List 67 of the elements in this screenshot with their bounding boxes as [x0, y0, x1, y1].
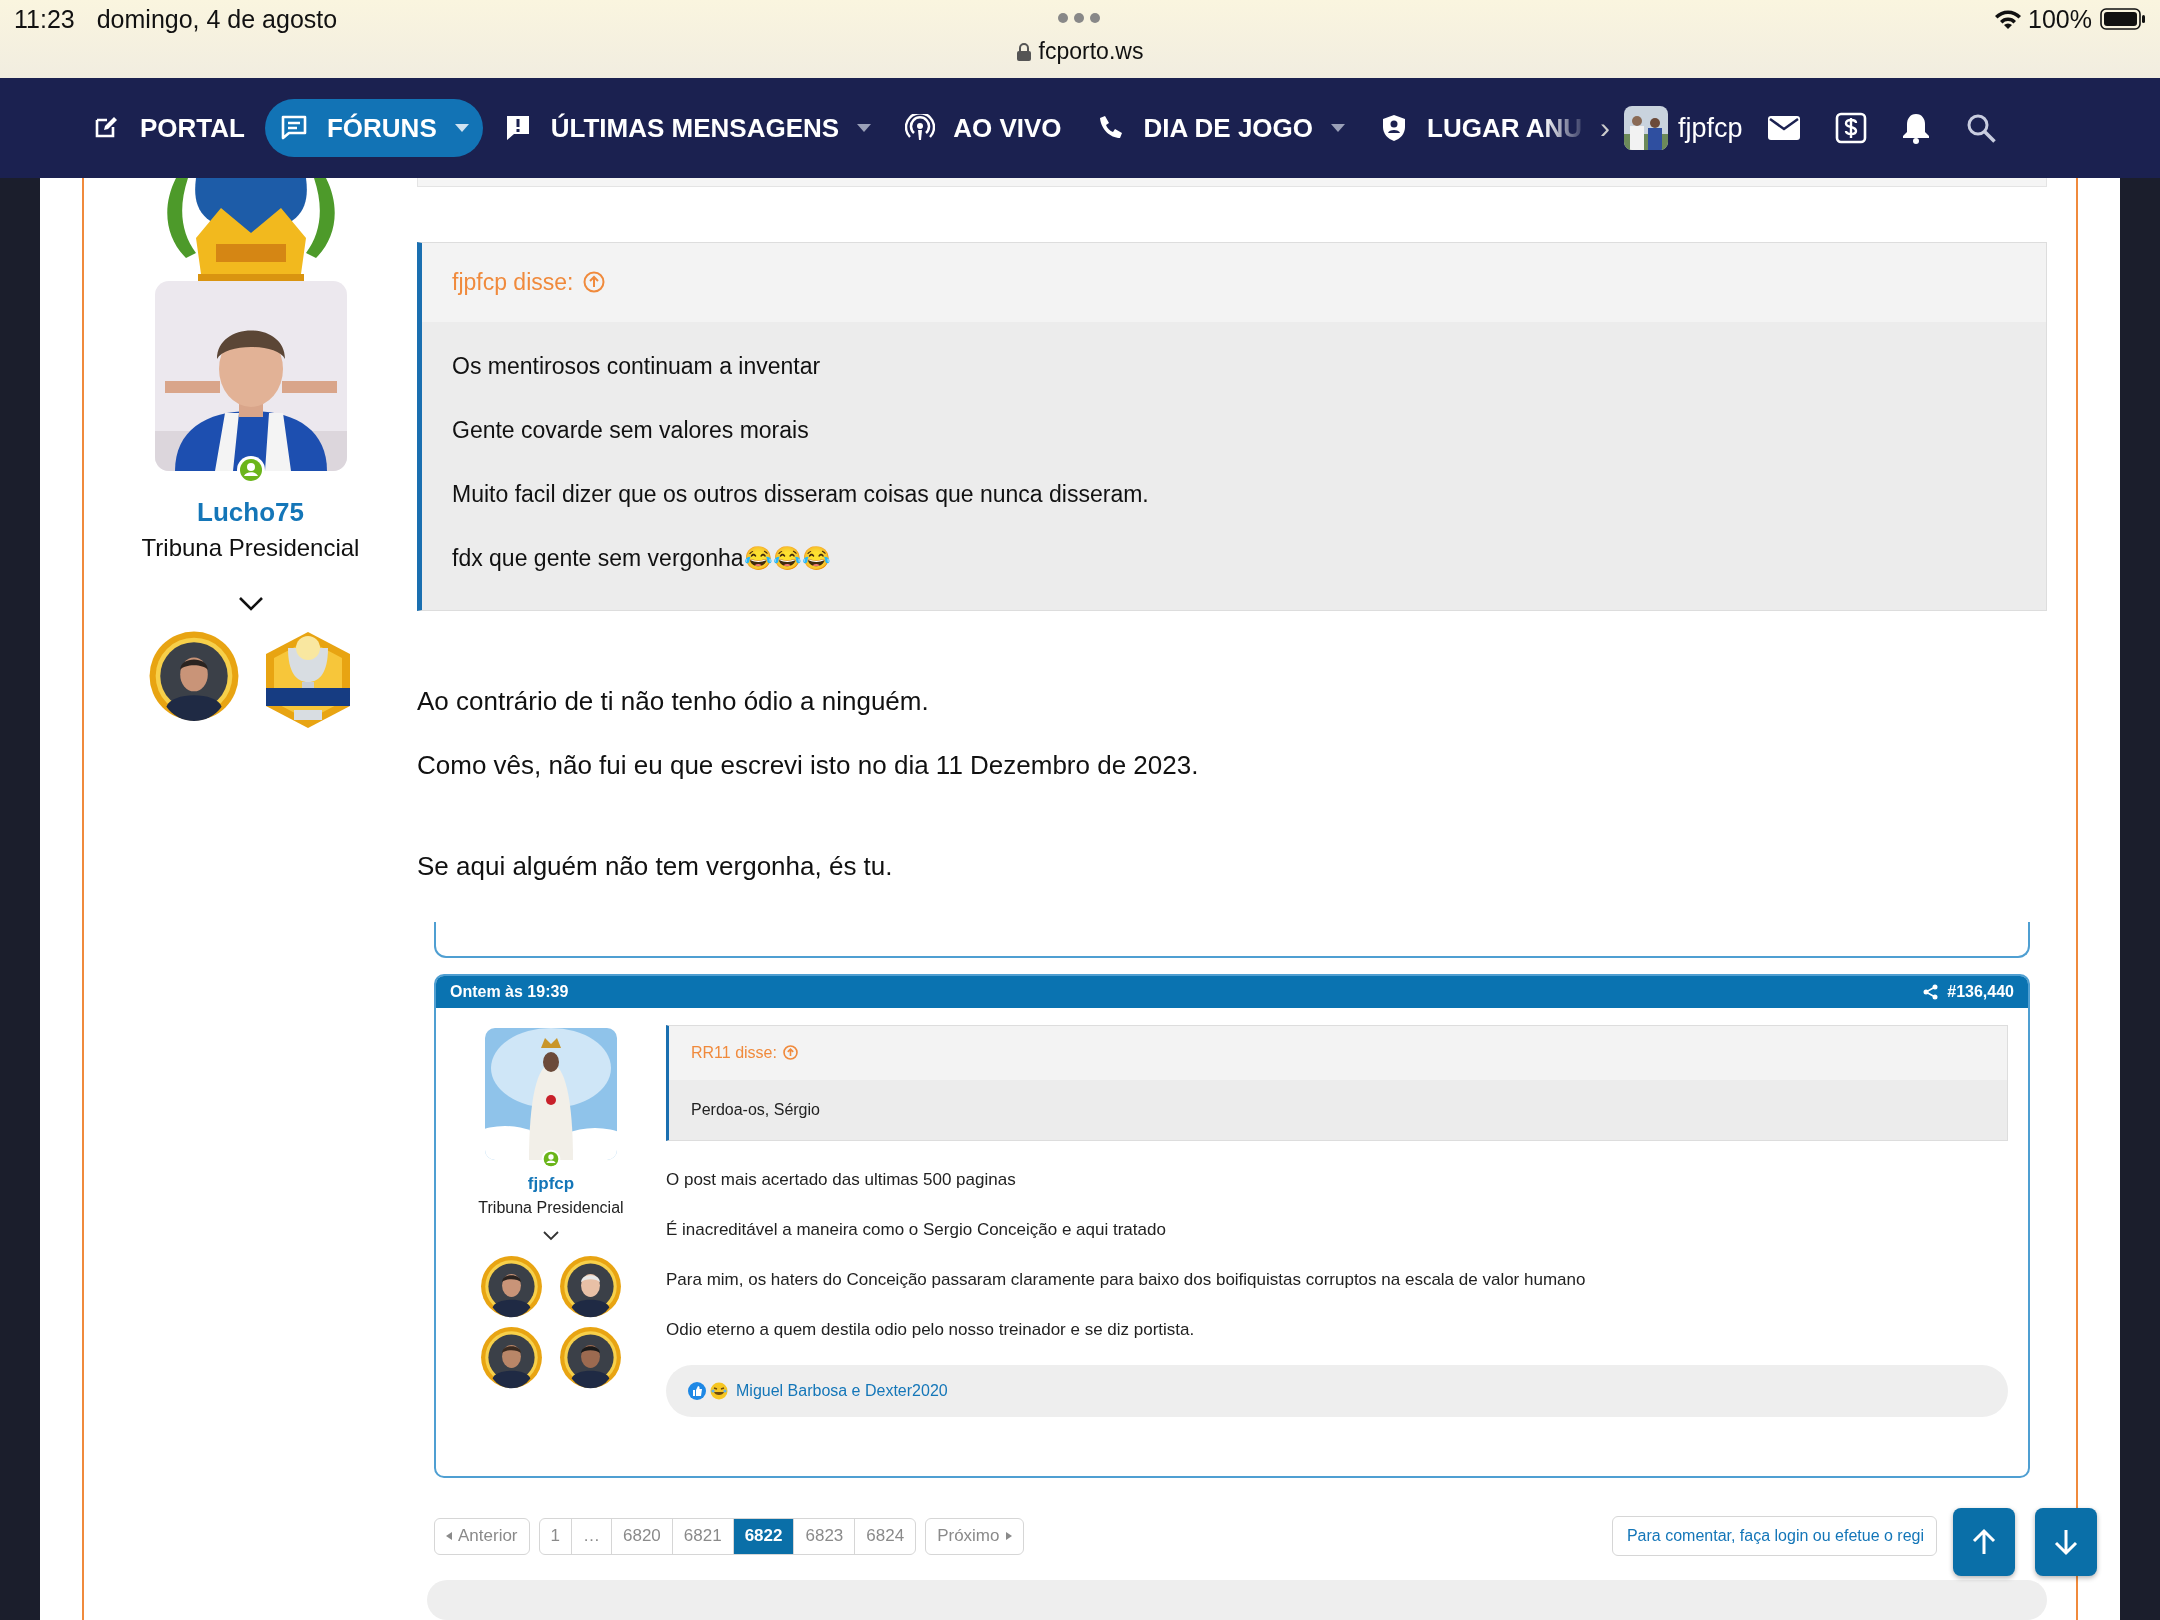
- caret-right-icon: [1005, 1532, 1012, 1541]
- quote-text: Perdoa-os, Sérgio: [690, 1099, 821, 1120]
- quote-text: Gente covarde sem valores morais: [452, 415, 810, 445]
- page-link[interactable]: 6821: [671, 1518, 733, 1554]
- share-icon[interactable]: [1923, 983, 1940, 1000]
- post-text: É inacreditável a maneira como o Sergio Conceição e aqui tratado: [666, 1218, 1167, 1241]
- username-link[interactable]: Lucho75: [197, 497, 304, 528]
- quote-text: Muito facil dizer que os outros disseram coisas que nunca disseram.: [452, 479, 1150, 509]
- post-text: Como vês, não fui eu que escrevi isto no dia 11 Dezembro de 2023.: [417, 749, 1200, 781]
- quote-text: Os mentirosos continuam a inventar: [452, 351, 822, 381]
- username-link[interactable]: fjpfcp: [527, 1173, 575, 1194]
- chevron-down-icon[interactable]: [237, 596, 264, 612]
- battery-icon: [2100, 8, 2146, 30]
- medal-icon: [147, 630, 240, 722]
- page-link[interactable]: 6822: [732, 1518, 794, 1554]
- nav-tab[interactable]: LUGAR ANU: [1365, 99, 1597, 157]
- post-text: Para mim, os haters do Conceição passaram claramente para baixo dos boifiquistas corruptos na escala de valor humano: [666, 1268, 1587, 1291]
- next-button[interactable]: Próximo: [925, 1517, 1024, 1555]
- user-menu[interactable]: fjpfcp: [1624, 106, 1743, 150]
- page-link[interactable]: 6823: [793, 1518, 855, 1554]
- laughing-face-icon: [710, 1381, 728, 1400]
- nav-tab[interactable]: AO VIVO: [891, 99, 1076, 157]
- scroll-up-button[interactable]: [1953, 1508, 2015, 1577]
- quote-text: fdx que gente sem vergonha😂😂😂: [452, 543, 832, 573]
- post-text: Odio eterno a quem destila odio pelo nosso treinador e se diz portista.: [666, 1318, 1196, 1341]
- post-text: O post mais acertado das ultimas 500 paginas: [666, 1168, 1017, 1191]
- user-rank: Tribuna Presidencial: [478, 1198, 624, 1217]
- post-number[interactable]: #136,440: [1947, 982, 2014, 1001]
- broadcast-icon: [905, 114, 936, 142]
- time: 11:23: [14, 4, 75, 34]
- caret-left-icon: [446, 1532, 452, 1541]
- battery-level: 100%: [2028, 4, 2092, 34]
- page-link[interactable]: 6824: [854, 1518, 916, 1554]
- mail-icon[interactable]: [1766, 115, 1801, 141]
- user-rank: Tribuna Presidencial: [141, 534, 360, 562]
- arrow-up-circle-icon: [782, 1045, 798, 1061]
- page-link[interactable]: 1: [539, 1518, 571, 1554]
- page-link[interactable]: 6820: [611, 1518, 672, 1554]
- page-link[interactable]: …: [571, 1518, 611, 1554]
- scroll-arrow[interactable]: ›: [1600, 111, 1611, 145]
- medal-icon: [559, 1325, 622, 1389]
- post-text: Se aqui alguém não tem vergonha, és tu.: [417, 850, 894, 882]
- chevron-down-icon[interactable]: [543, 1230, 559, 1241]
- bell-icon[interactable]: [1900, 112, 1931, 144]
- reaction-users-link[interactable]: Miguel Barbosa e Dexter2020: [736, 1381, 948, 1400]
- arrow-down-icon: [2053, 1528, 2079, 1557]
- nav-tab[interactable]: ÚLTIMAS MENSAGENS: [488, 99, 886, 157]
- thumbs-up-icon: [688, 1381, 706, 1400]
- wifi-icon: [1994, 8, 2023, 30]
- lock-icon: [1016, 42, 1031, 61]
- medal-icon: [559, 1254, 622, 1318]
- login-button[interactable]: Para comentar, faça login ou efetue o regi: [1611, 1516, 1937, 1557]
- medal-icon: [480, 1254, 543, 1318]
- post-text: Ao contrário de ti não tenho ódio a ninguém.: [417, 685, 930, 717]
- nav-tab[interactable]: FÓRUNS: [264, 99, 483, 157]
- dollar-icon[interactable]: [1834, 112, 1867, 144]
- nav-tab[interactable]: DIA DE JOGO: [1081, 99, 1360, 157]
- arrow-up-circle-icon: [583, 271, 606, 294]
- arrow-up-icon: [1971, 1528, 1997, 1557]
- post-date: Ontem às 19:39: [450, 982, 569, 1001]
- nav-tab[interactable]: PORTAL: [78, 99, 259, 157]
- date: domingo, 4 de agosto: [96, 4, 338, 34]
- scroll-down-button[interactable]: [2035, 1508, 2097, 1577]
- medal-icon: [480, 1325, 543, 1389]
- url-text[interactable]: fcporto.ws: [1038, 38, 1144, 65]
- more-icon: [1057, 12, 1101, 24]
- previous-button[interactable]: Anterior: [434, 1517, 530, 1555]
